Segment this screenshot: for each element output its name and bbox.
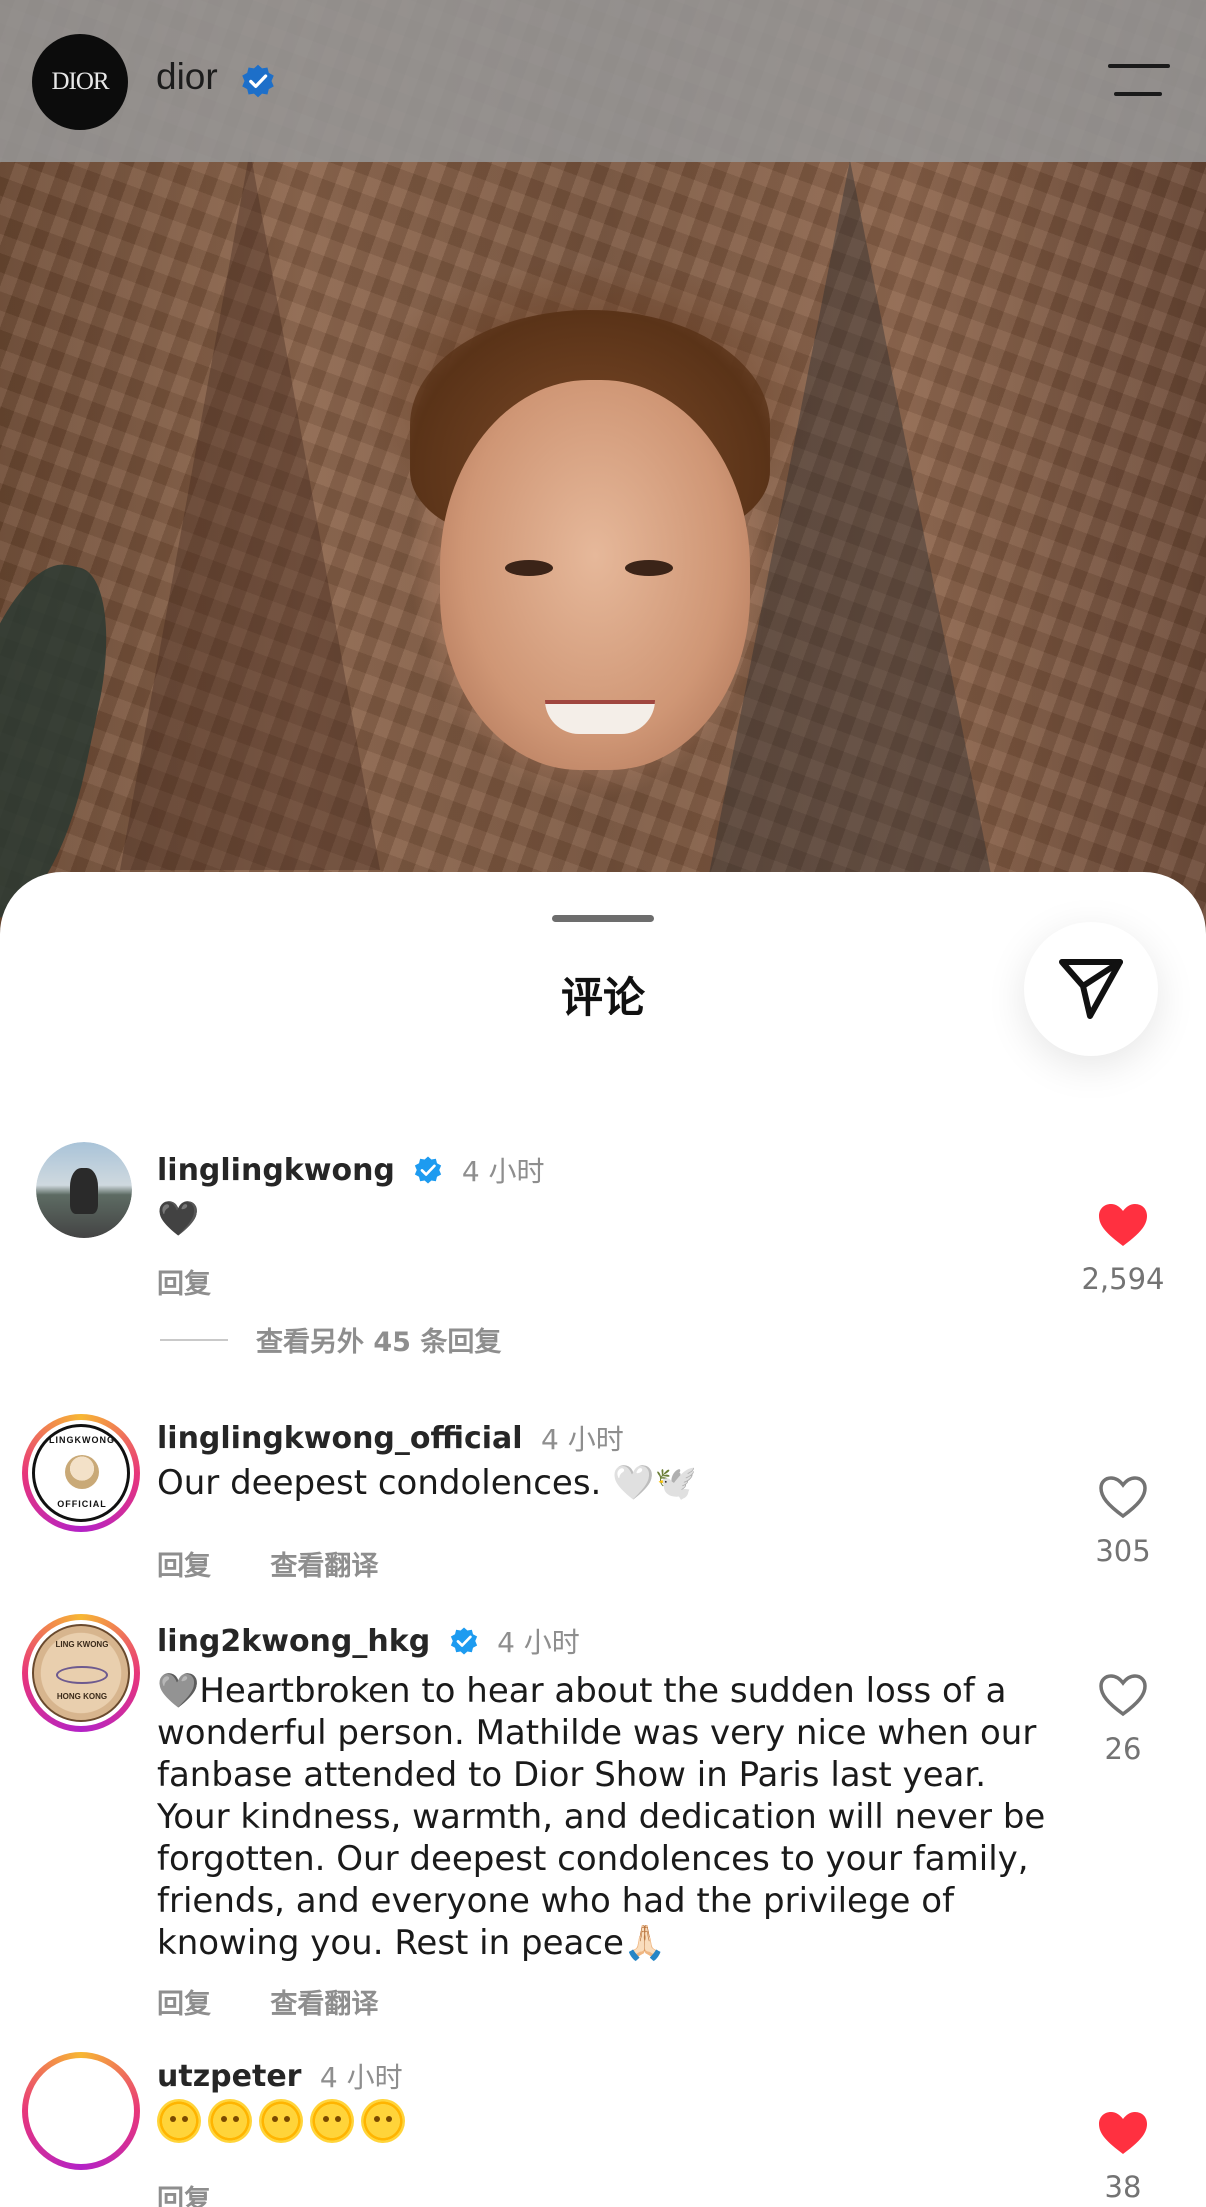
like-count: 305 [1095,1534,1151,1568]
brand-avatar[interactable]: DIOR [32,34,128,130]
view-replies-label: 查看另外 45 条回复 [256,1327,502,1358]
view-more-replies[interactable]: 查看另外 45 条回复 [160,1320,501,1359]
menu-icon[interactable] [1108,64,1170,100]
reply-button[interactable]: 回复 [157,1269,211,1300]
comment-time: 4 小时 [461,1155,545,1188]
portrait-eye-left [505,560,553,576]
verified-badge-icon [415,1156,442,1184]
translate-button[interactable]: 查看翻译 [270,1551,378,1582]
heart-filled-icon[interactable] [1097,1202,1149,1248]
sheet-grabber[interactable] [552,915,654,922]
comment-username-row: linglingkwong_official 4 小时 [157,1418,624,1458]
heart-outline-icon[interactable] [1097,1672,1149,1718]
avatar[interactable]: HONG KONG LING KWONG [22,1614,140,1732]
reply-button[interactable]: 回复 [157,1551,211,1582]
like-count: 26 [1104,1732,1142,1766]
share-button[interactable] [1024,922,1158,1056]
comment-like: 38 [1080,2110,1166,2204]
send-icon [1059,959,1123,1019]
sun-emoji-icon [208,2098,252,2143]
brand-username[interactable]: dior [156,56,218,98]
comment-time: 4 小时 [319,2061,403,2094]
comment-time: 4 小时 [497,1626,580,1659]
comment-like: 26 [1080,1672,1166,1766]
sun-emoji-icon [310,2098,354,2143]
comment-text: 🖤 [157,1199,200,1239]
reply-button[interactable]: 回复 [157,2185,211,2207]
sun-emoji-icon [259,2098,303,2143]
comment-text: 🩶Heartbroken to hear about the sudden lo… [157,1671,1046,1963]
divider [160,1338,228,1341]
comment-like: 2,594 [1080,1202,1166,1296]
heart-outline-icon[interactable] [1097,1474,1149,1520]
comment-username[interactable]: linglingkwong [157,1153,395,1188]
comment-username-row: linglingkwong 4 小时 [157,1150,545,1190]
comment-username[interactable]: utzpeter [157,2059,301,2094]
tapestry-drape-left [120,150,380,870]
comment-actions: 回复 查看翻译 [157,1982,428,2021]
brand-avatar-text: DIOR [51,68,109,95]
avatar[interactable] [22,2052,140,2170]
like-count: 38 [1104,2170,1142,2204]
reply-button[interactable]: 回复 [157,1989,211,2020]
comment-text: Our deepest condolences. 🤍🕊️ [157,1463,697,1503]
portrait-smile [545,700,655,734]
comment-like: 305 [1080,1474,1166,1568]
translate-button[interactable]: 查看翻译 [270,1989,378,2020]
comment-actions: 回复 [157,2178,261,2207]
profile-header: DIOR dior [0,0,1206,162]
comment-actions: 回复 [157,1262,261,1301]
verified-badge-icon [450,1627,477,1655]
comment-actions: 回复 查看翻译 [157,1544,428,1583]
comment-text-emoji-row: 🌞🌞🌞🌞🌞 [157,2098,1057,2143]
sun-emoji-icon [157,2098,201,2143]
heart-filled-icon[interactable] [1097,2110,1149,2156]
verified-badge-icon [242,64,274,98]
avatar[interactable]: LINGKWONG OFFICIAL [22,1414,140,1532]
portrait-eye-right [625,560,673,576]
comment-username-row: ling2kwong_hkg 4 小时 [157,1621,580,1661]
comment-username[interactable]: ling2kwong_hkg [157,1624,430,1659]
like-count: 2,594 [1081,1262,1165,1296]
avatar[interactable] [36,1142,132,1238]
comment-username[interactable]: linglingkwong_official [157,1421,523,1456]
comment-time: 4 小时 [541,1423,624,1456]
comment-username-row: utzpeter 4 小时 [157,2056,403,2096]
sun-emoji-icon [361,2098,405,2143]
